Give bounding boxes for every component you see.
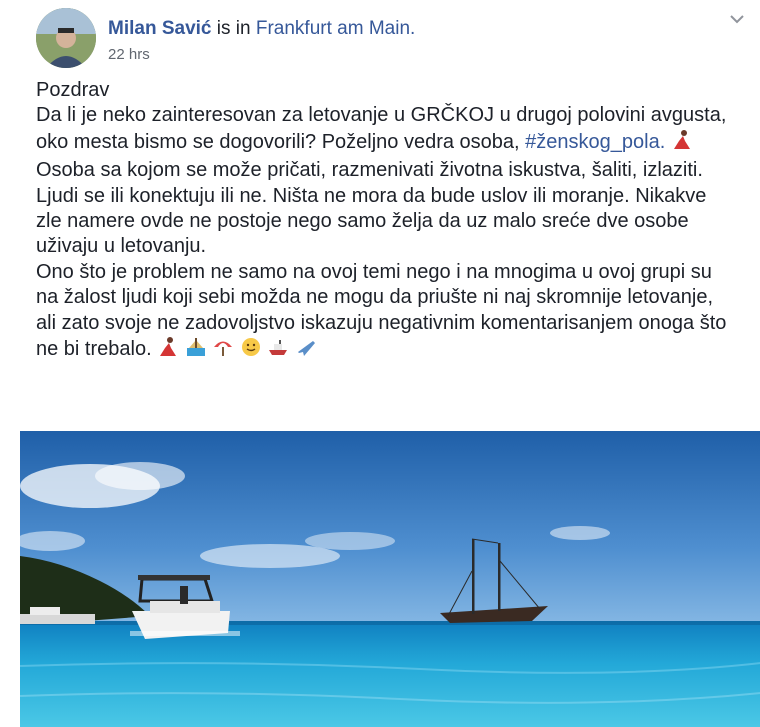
chevron-down-icon[interactable] <box>728 10 746 28</box>
beach-icon <box>185 336 207 365</box>
post-line-2: Osoba sa kojom se može pričati, razmeniv… <box>36 159 703 182</box>
author-line: Milan Savić is in Frankfurt am Main. <box>108 18 415 40</box>
dancer-icon <box>157 336 179 365</box>
avatar[interactable] <box>36 8 96 68</box>
is-in-text: is in <box>216 18 251 39</box>
post-paragraph-3: Ono što je problem ne samo na ovoj temi … <box>36 260 736 366</box>
location-link[interactable]: Frankfurt am Main. <box>256 18 415 39</box>
umbrella-icon <box>212 336 234 365</box>
post-timestamp[interactable]: 22 hrs <box>108 46 150 63</box>
post-paragraph-2: Ljudi se ili konektuju ili ne. Ništa ne … <box>36 184 707 258</box>
post-paragraph-3-text: Ono što je problem ne samo na ovoj temi … <box>36 260 727 361</box>
author-name[interactable]: Milan Savić <box>108 18 212 39</box>
greeting-text: Pozdrav <box>36 79 110 101</box>
post-photo[interactable] <box>20 431 760 727</box>
smile-icon <box>240 336 262 365</box>
post-header: Milan Savić is in Frankfurt am Main. 22 … <box>36 8 744 68</box>
dancer-icon <box>671 129 693 158</box>
post-paragraph-1: Da li je neko zainteresovan za letovanje… <box>36 103 736 183</box>
post-body: Pozdrav Da li je neko zainteresovan za l… <box>36 78 736 365</box>
airplane-icon <box>295 336 317 365</box>
hashtag-link[interactable]: #ženskog_pola. <box>525 131 665 153</box>
ship-icon <box>267 336 289 365</box>
